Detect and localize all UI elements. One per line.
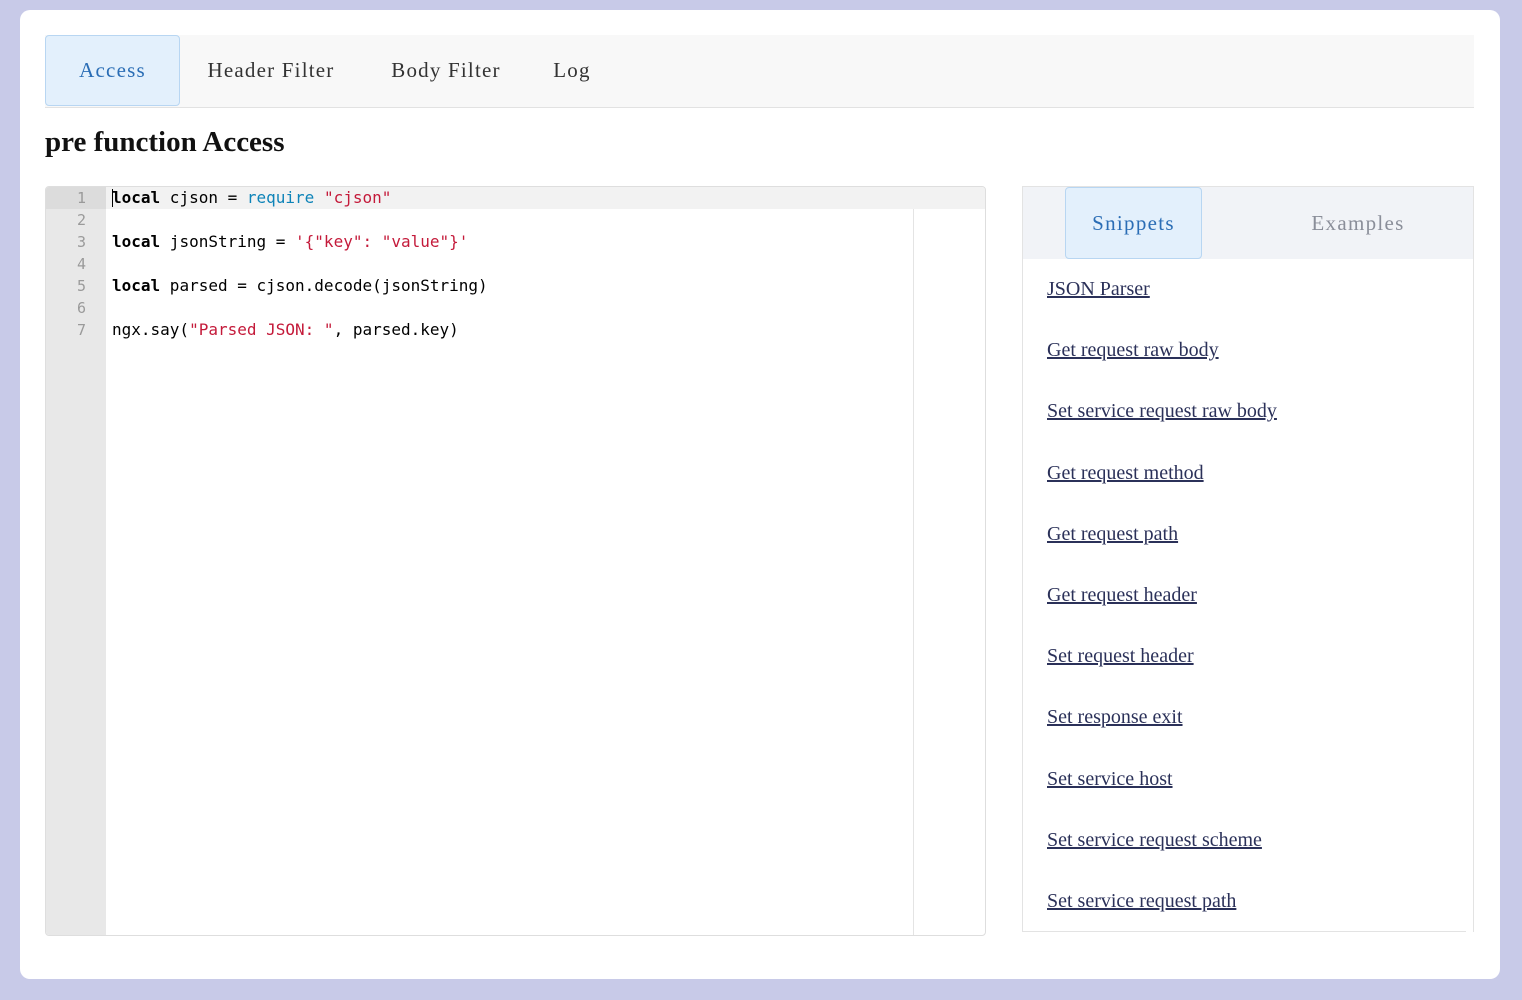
line-number: 7 [76, 321, 86, 339]
snippet-link-set-service-request-raw-body[interactable]: Set service request raw body [1047, 400, 1277, 423]
code-plain: parsed = cjson.decode(jsonString) [160, 276, 488, 295]
plugin-phase-tabs: Access Header Filter Body Filter Log [45, 35, 1474, 108]
code-line[interactable]: 6 [46, 297, 985, 319]
side-panel-tabs: Snippets Examples [1023, 186, 1473, 259]
snippet-link-get-request-method[interactable]: Get request method [1047, 462, 1204, 485]
code-text[interactable]: local jsonString = '{"key": "value"}' [112, 231, 468, 253]
snippets-panel: Snippets Examples JSON Parser Get reques… [1022, 186, 1474, 932]
line-number: 5 [76, 277, 86, 295]
snippet-link-json-parser[interactable]: JSON Parser [1047, 278, 1150, 301]
line-number: 6 [76, 299, 86, 317]
code-editor[interactable]: 1 local cjson = require "cjson" 2 3 loca… [45, 186, 986, 936]
string-literal: '{"key": "value"}' [295, 232, 469, 251]
keyword: local [112, 188, 161, 207]
code-line[interactable]: 3 local jsonString = '{"key": "value"}' [46, 231, 985, 253]
string-literal: "cjson" [323, 188, 392, 207]
snippet-link-set-service-request-path[interactable]: Set service request path [1047, 890, 1236, 913]
snippets-panel-bottom-border [1022, 931, 1466, 932]
code-plain: jsonString = [160, 232, 296, 251]
code-plain: ngx.say( [112, 320, 190, 339]
snippet-link-set-service-request-scheme[interactable]: Set service request scheme [1047, 829, 1262, 852]
line-number: 4 [76, 255, 86, 273]
snippet-link-get-request-raw-body[interactable]: Get request raw body [1047, 339, 1219, 362]
tab-snippets[interactable]: Snippets [1065, 187, 1202, 259]
code-line[interactable]: 7 ngx.say("Parsed JSON: ", parsed.key) [46, 319, 985, 341]
snippet-link-get-request-path[interactable]: Get request path [1047, 523, 1178, 546]
tab-header-filter[interactable]: Header Filter [193, 35, 349, 106]
code-line[interactable]: 5 local parsed = cjson.decode(jsonString… [46, 275, 985, 297]
text-cursor [112, 189, 113, 207]
page-title: pre function Access [45, 126, 285, 158]
keyword: local [112, 232, 161, 251]
code-line[interactable]: 2 [46, 209, 985, 231]
code-text[interactable]: local parsed = cjson.decode(jsonString) [112, 275, 488, 297]
snippet-link-set-service-host[interactable]: Set service host [1047, 768, 1173, 791]
line-number: 1 [76, 189, 86, 207]
code-text[interactable]: local cjson = require "cjson" [112, 187, 391, 209]
snippet-link-set-response-exit[interactable]: Set response exit [1047, 706, 1183, 729]
code-plain: , parsed.key) [333, 320, 459, 339]
snippet-link-get-request-header[interactable]: Get request header [1047, 584, 1197, 607]
tab-access[interactable]: Access [45, 35, 180, 106]
tab-body-filter[interactable]: Body Filter [375, 35, 517, 106]
code-line[interactable]: 1 local cjson = require "cjson" [46, 187, 985, 209]
string-literal: "Parsed JSON: " [189, 320, 334, 339]
snippet-link-set-request-header[interactable]: Set request header [1047, 645, 1194, 668]
line-number: 2 [76, 211, 86, 229]
code-plain [314, 188, 324, 207]
code-line[interactable]: 4 [46, 253, 985, 275]
tab-log[interactable]: Log [543, 35, 601, 106]
main-card: Access Header Filter Body Filter Log pre… [20, 10, 1500, 979]
line-number: 3 [76, 233, 86, 251]
builtin-function: require [246, 188, 315, 207]
code-text[interactable]: ngx.say("Parsed JSON: ", parsed.key) [112, 319, 459, 341]
keyword: local [112, 276, 161, 295]
code-plain: cjson = [160, 188, 247, 207]
tab-examples[interactable]: Examples [1293, 187, 1423, 259]
